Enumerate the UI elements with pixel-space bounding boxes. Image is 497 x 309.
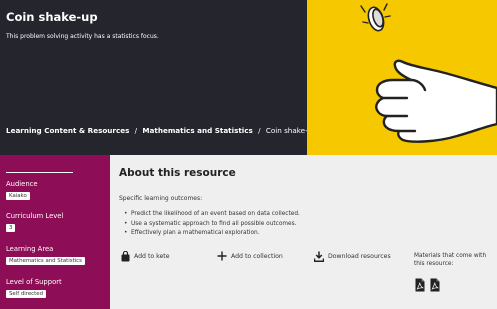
level-of-support-badge: Self directed xyxy=(6,290,46,298)
learning-area-badge: Mathematics and Statistics xyxy=(6,257,85,265)
breadcrumb-mathematics[interactable]: Mathematics and Statistics xyxy=(142,126,252,135)
audience-badge: Kaiako xyxy=(6,192,30,200)
bag-icon xyxy=(121,251,130,262)
download-icon xyxy=(314,251,324,262)
list-item: Use a systematic approach to find all po… xyxy=(119,220,300,230)
breadcrumb: Learning Content & Resources / Mathemati… xyxy=(6,126,317,135)
add-to-collection-button[interactable]: Add to collection xyxy=(217,251,283,261)
resource-metadata-sidebar: Audience Kaiako Curriculum Level 3 Learn… xyxy=(0,155,110,309)
download-resources-button[interactable]: Download resources xyxy=(314,251,391,262)
add-to-collection-label: Add to collection xyxy=(231,252,283,260)
add-to-kete-label: Add to kete xyxy=(134,253,170,260)
hero-illustration-panel xyxy=(307,0,497,155)
curriculum-level-label: Curriculum Level xyxy=(6,212,64,220)
breadcrumb-separator: / xyxy=(134,126,138,135)
learning-area-label: Learning Area xyxy=(6,245,54,253)
about-heading: About this resource xyxy=(119,167,236,179)
pdf-download-link[interactable] xyxy=(430,277,440,296)
about-resource-section: About this resource Specific learning ou… xyxy=(110,155,497,309)
pdf-download-link[interactable] xyxy=(415,277,425,296)
page-subtitle: This problem solving activity has a stat… xyxy=(6,33,159,40)
materials-label: Materials that come with this resource: xyxy=(414,253,487,267)
breadcrumb-separator: / xyxy=(258,126,261,135)
audience-label: Audience xyxy=(6,180,38,188)
hand-flipping-coin-icon xyxy=(360,3,497,143)
outcomes-list: Predict the likelihood of an event based… xyxy=(119,210,300,239)
level-of-support-label: Level of Support xyxy=(6,278,62,286)
hero-banner: Coin shake-up This problem solving activ… xyxy=(0,0,497,155)
pdf-icon xyxy=(415,278,425,292)
outcomes-heading: Specific learning outcomes: xyxy=(119,195,203,202)
page-title: Coin shake-up xyxy=(6,10,98,24)
list-item: Predict the likelihood of an event based… xyxy=(119,210,300,220)
add-to-kete-button[interactable]: Add to kete xyxy=(121,251,170,262)
hero-text-panel: Coin shake-up This problem solving activ… xyxy=(0,0,317,155)
curriculum-level-badge: 3 xyxy=(6,224,16,232)
plus-icon xyxy=(217,251,227,261)
sidebar-divider xyxy=(6,172,73,173)
pdf-icon xyxy=(430,278,440,292)
breadcrumb-learning-content[interactable]: Learning Content & Resources xyxy=(6,126,129,135)
download-resources-label: Download resources xyxy=(328,253,391,260)
list-item: Effectively plan a mathematical explorat… xyxy=(119,229,300,239)
